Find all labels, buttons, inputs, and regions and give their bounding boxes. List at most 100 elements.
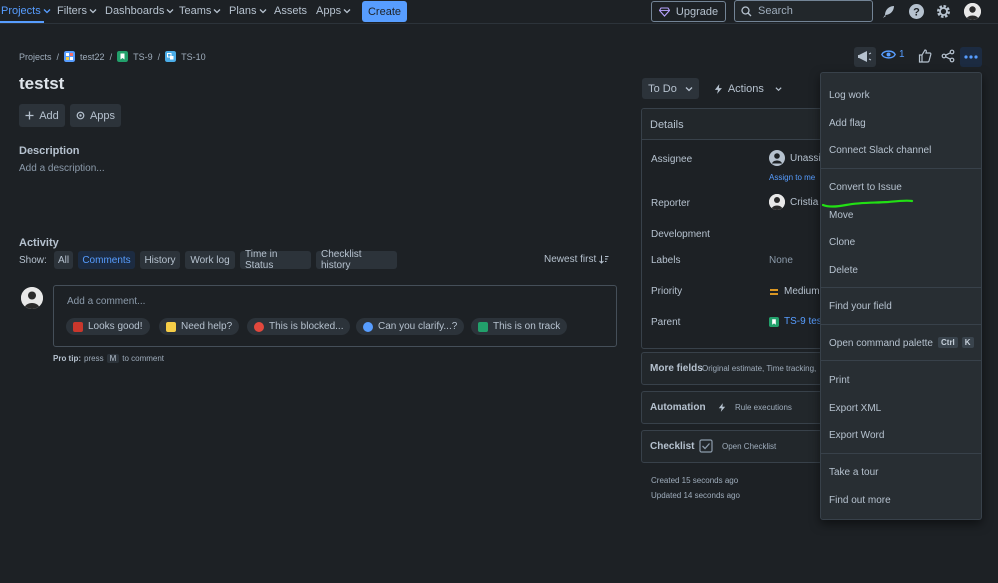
help-icon[interactable]: ? [908,3,925,20]
top-navigation: Projects Filters Dashboards Teams Plans … [0,0,998,24]
breadcrumb-project[interactable]: test22 [80,52,105,62]
labels-value[interactable]: None [769,255,793,266]
reporter-value[interactable]: Cristia [769,194,818,210]
tab-history[interactable]: History [140,251,180,269]
quick-reply-need-help[interactable]: Need help? [159,318,239,335]
checklist-label: Checklist [650,441,694,452]
watch-count: 1 [899,49,905,60]
quick-reply-looks-good[interactable]: Looks good! [66,318,150,335]
nav-apps[interactable]: Apps [316,5,351,17]
nav-projects[interactable]: Projects [1,5,51,17]
menu-item-open-command-palette[interactable]: Open command palette [829,338,933,349]
nav-label: Plans [229,5,257,17]
priority-medium-icon [769,288,779,296]
nav-assets[interactable]: Assets [274,5,307,17]
breadcrumb-projects[interactable]: Projects [19,52,52,62]
sort-label: Newest first [544,254,596,265]
chevron-down-icon [259,7,267,15]
menu-item-delete[interactable]: Delete [829,265,858,276]
gem-icon [659,7,670,17]
parent-link: TS-9 tes [784,316,822,327]
menu-separator [821,360,981,361]
description-editor[interactable]: Add a description... [19,163,105,174]
tab-checklist-history[interactable]: Checklist history [316,251,397,269]
share-icon[interactable] [941,49,955,63]
menu-item-print[interactable]: Print [829,375,850,386]
annotation-underline [822,194,917,210]
details-header[interactable]: Details [642,109,830,140]
menu-item-move[interactable]: Move [829,210,853,221]
settings-gear-icon[interactable] [935,3,952,20]
menu-item-connect-slack[interactable]: Connect Slack channel [829,145,931,156]
show-label: Show: [19,255,47,266]
create-button[interactable]: Create [362,1,407,22]
feedback-button[interactable] [854,47,876,67]
created-timestamp: Created 15 seconds ago [651,476,738,485]
breadcrumb-parent-issue[interactable]: TS-9 [133,52,153,62]
assignee-name: Unassi [790,153,821,164]
nav-filters[interactable]: Filters [57,5,97,17]
nav-plans[interactable]: Plans [229,5,267,17]
upgrade-button[interactable]: Upgrade [651,1,726,22]
notifications-rocket-icon[interactable] [881,3,898,20]
menu-item-convert-to-issue[interactable]: Convert to Issue [829,182,902,193]
assign-to-me-link[interactable]: Assign to me [769,173,815,182]
menu-item-add-flag[interactable]: Add flag [829,118,866,129]
more-fields-panel[interactable]: More fields Original estimate, Time trac… [641,352,831,385]
project-icon [64,51,75,62]
actions-dropdown[interactable]: Actions [708,78,782,99]
watch-button[interactable]: 1 [881,49,905,60]
search-field[interactable] [734,0,873,22]
apps-icon [76,111,85,120]
search-input[interactable] [758,5,868,17]
subtask-icon [165,51,176,62]
description-heading: Description [19,145,80,157]
nav-dashboards[interactable]: Dashboards [105,5,174,17]
plus-icon [25,111,34,120]
nav-teams[interactable]: Teams [179,5,221,17]
more-actions-button[interactable] [960,47,982,67]
automation-subtitle: Rule executions [735,403,792,412]
priority-value[interactable]: Medium [769,286,820,297]
menu-item-export-word[interactable]: Export Word [829,430,884,441]
chevron-down-icon [89,7,97,15]
quick-reply-clarify[interactable]: Can you clarify...? [356,318,464,335]
tab-time-in-status[interactable]: Time in Status [240,251,311,269]
menu-item-find-your-field[interactable]: Find your field [829,301,892,312]
chevron-down-icon [343,7,351,15]
menu-item-clone[interactable]: Clone [829,237,855,248]
tab-all[interactable]: All [54,251,73,269]
status-dropdown[interactable]: To Do [642,78,699,99]
comment-editor[interactable]: Add a comment... Looks good! Need help? … [53,285,617,347]
checklist-panel[interactable]: Checklist Open Checklist [641,430,831,463]
no-entry-icon [254,322,264,332]
quick-reply-on-track[interactable]: This is on track [471,318,567,335]
protip-prefix: Pro tip: [53,354,81,363]
menu-item-take-a-tour[interactable]: Take a tour [829,467,878,478]
tab-work-log[interactable]: Work log [185,251,235,269]
assignee-value[interactable]: Unassi [769,150,821,166]
megaphone-icon [854,47,876,67]
apps-label: Apps [90,110,115,122]
parent-label: Parent [651,317,680,328]
menu-item-log-work[interactable]: Log work [829,90,870,101]
more-fields-subtitle: Original estimate, Time tracking, [702,364,816,373]
menu-item-find-out-more[interactable]: Find out more [829,495,891,506]
sort-toggle[interactable]: Newest first [544,254,609,265]
menu-separator [821,287,981,288]
quick-reply-blocked[interactable]: This is blocked... [247,318,350,335]
breadcrumb-current-issue[interactable]: TS-10 [181,52,206,62]
menu-item-export-xml[interactable]: Export XML [829,403,881,414]
protip-suffix: to comment [122,354,164,363]
tab-comments[interactable]: Comments [78,251,135,269]
breadcrumb-separator: / [57,52,60,62]
thumbs-up-icon[interactable] [918,49,932,63]
issue-title[interactable]: testst [19,74,64,94]
nav-label: Apps [316,5,341,17]
add-button[interactable]: Add [19,104,65,127]
apps-button[interactable]: Apps [70,104,121,127]
user-avatar[interactable] [964,3,981,20]
parent-value[interactable]: TS-9 tes [769,316,822,327]
automation-panel[interactable]: Automation Rule executions [641,391,831,424]
chip-label: Need help? [181,321,232,332]
